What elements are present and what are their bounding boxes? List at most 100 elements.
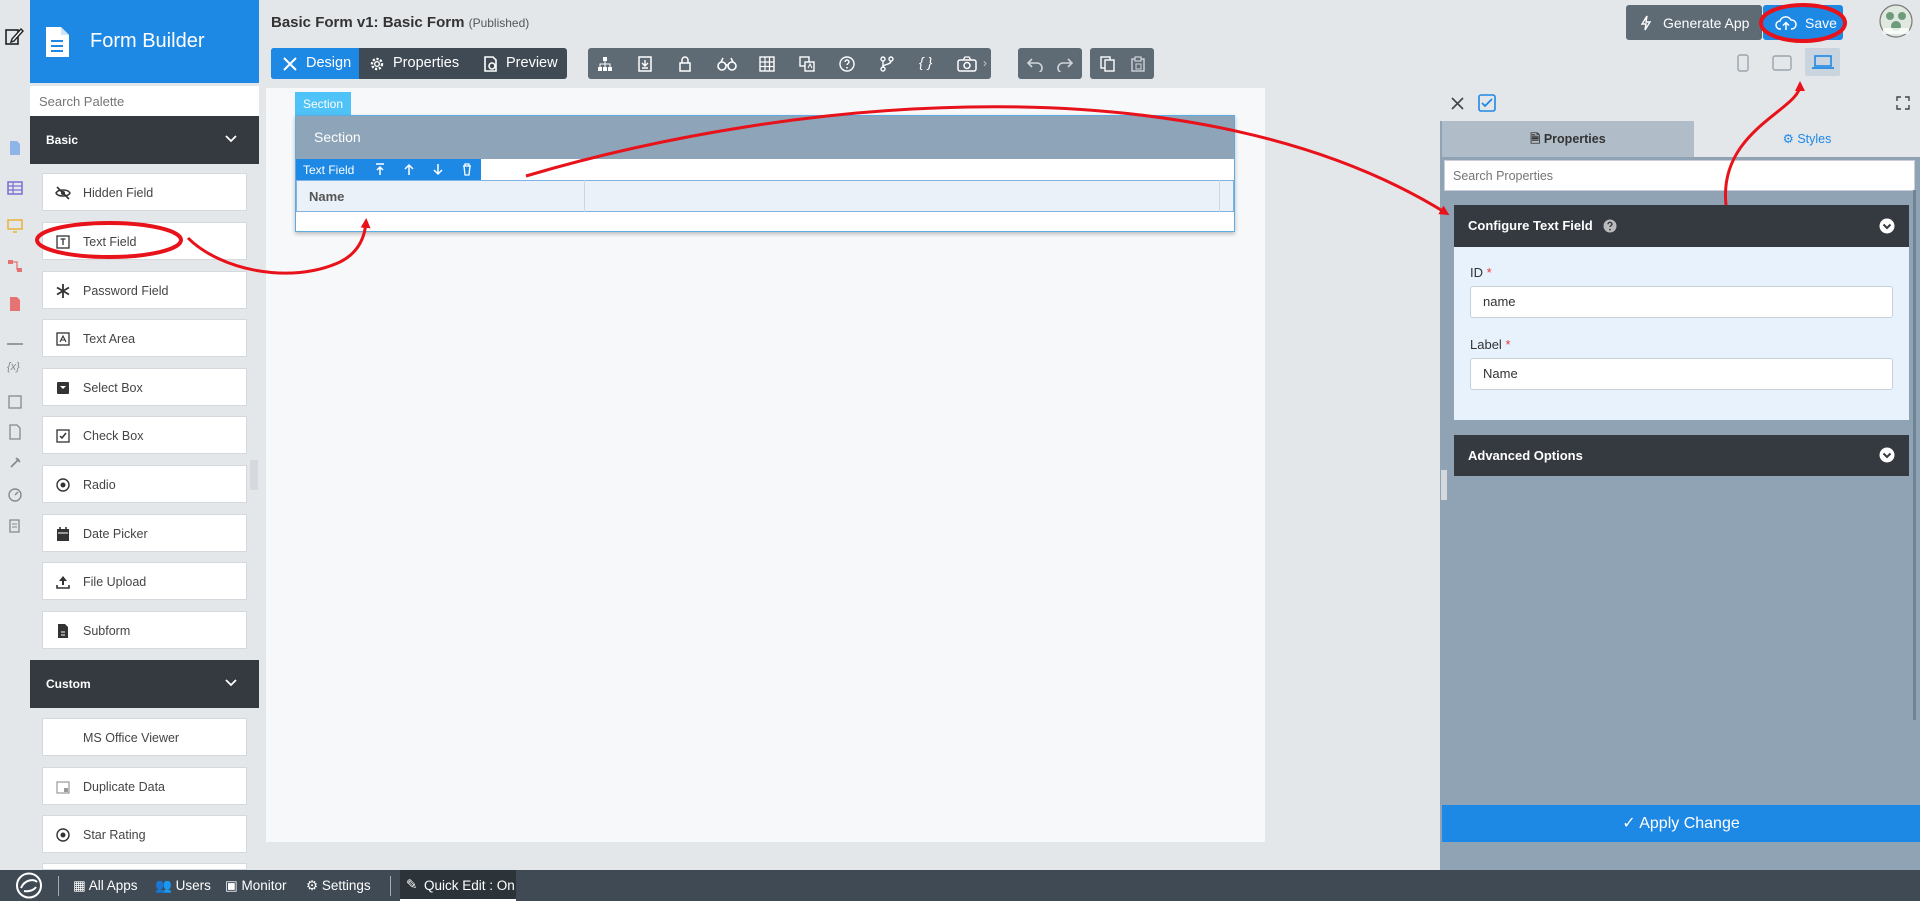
palette-group-basic[interactable]: Basic	[30, 116, 259, 164]
binoculars-icon[interactable]	[717, 56, 737, 72]
log-icon[interactable]	[7, 518, 23, 534]
sitemap-icon[interactable]	[597, 56, 613, 72]
help-icon[interactable]	[1603, 219, 1617, 233]
tab-label: Properties	[393, 55, 460, 71]
palette-item-subform[interactable]: Subform	[42, 611, 247, 649]
users-link[interactable]: 👥 Users	[155, 878, 211, 894]
tab-label: Properties	[1543, 132, 1606, 146]
tablet-icon[interactable]	[1772, 55, 1792, 71]
advanced-options-header[interactable]: Advanced Options	[1454, 435, 1909, 476]
field-input-preview[interactable]	[584, 180, 1220, 212]
document-icon	[46, 27, 69, 57]
palette-search-input[interactable]	[30, 86, 259, 116]
move-up-icon[interactable]	[403, 163, 415, 176]
expand-icon[interactable]	[1896, 96, 1910, 110]
paste-icon[interactable]	[1130, 56, 1146, 72]
phone-icon[interactable]	[1737, 54, 1749, 72]
grid-icon: ▦	[73, 878, 86, 893]
palette-item-hidden-field[interactable]: Hidden Field	[42, 173, 247, 211]
configure-text-field-body	[1454, 247, 1909, 420]
required-mark: *	[1505, 337, 1511, 352]
variable-icon[interactable]: {x}	[7, 361, 20, 373]
id-input[interactable]: name	[1470, 286, 1893, 318]
laptop-toggle[interactable]	[1805, 48, 1840, 76]
pdf-icon[interactable]	[7, 296, 23, 312]
text-area-icon	[56, 332, 70, 346]
all-apps-link[interactable]: ▦ All Apps	[73, 878, 138, 894]
quick-edit-toggle[interactable]: ✎ Quick Edit : On	[400, 870, 516, 901]
design-icon	[283, 57, 297, 71]
translate-rail-icon[interactable]	[7, 394, 23, 410]
section-header[interactable]: Section	[296, 116, 1234, 159]
undo-icon[interactable]	[1026, 56, 1044, 72]
palette-item-star-rating[interactable]: Star Rating	[42, 815, 247, 853]
label-input[interactable]: Name	[1470, 358, 1893, 390]
tab-styles[interactable]: ⚙ Styles	[1694, 121, 1920, 157]
apply-change-button[interactable]: ✓ Apply Change	[1442, 805, 1920, 842]
tab-properties[interactable]: Properties	[359, 48, 471, 79]
redo-icon[interactable]	[1056, 56, 1074, 72]
text-field-icon	[56, 235, 70, 249]
move-down-icon[interactable]	[432, 163, 444, 176]
move-top-icon[interactable]	[374, 163, 386, 176]
palette-item-duplicate-data[interactable]: Duplicate Data	[42, 767, 247, 805]
lock-icon[interactable]	[677, 56, 693, 72]
settings-link[interactable]: ⚙ Settings	[306, 878, 371, 894]
palette-collapse-handle[interactable]	[250, 460, 258, 490]
generate-app-button[interactable]: Generate App	[1626, 5, 1762, 40]
palette-item-date-picker[interactable]: Date Picker	[42, 514, 247, 552]
preview-icon	[484, 56, 497, 72]
panel-resize-handle[interactable]	[1441, 470, 1447, 500]
palette-item-check-box[interactable]: Check Box	[42, 416, 247, 454]
palette-item-select-box[interactable]: Select Box	[42, 368, 247, 406]
gear-icon: ⚙	[1782, 132, 1794, 146]
braces-icon[interactable]: { }	[919, 54, 932, 70]
gear-icon	[370, 57, 384, 71]
table-icon[interactable]	[759, 56, 775, 72]
edit-icon[interactable]	[4, 26, 24, 46]
avatar[interactable]	[1879, 4, 1913, 38]
performance-icon[interactable]	[7, 486, 23, 502]
palette-item-label: Subform	[83, 624, 131, 638]
toolbar-scroll-right[interactable]: ›	[983, 48, 991, 79]
section-tag[interactable]: Section	[295, 92, 351, 116]
radio-icon	[56, 828, 70, 842]
configure-text-field-header[interactable]: Configure Text Field	[1454, 205, 1909, 247]
copy-icon[interactable]	[1100, 56, 1116, 72]
tool-icons-group: { } ›	[588, 48, 991, 79]
palette-item-text-area[interactable]: Text Area	[42, 319, 247, 357]
tab-properties-panel[interactable]: 🗎 Properties	[1442, 121, 1694, 157]
divider	[390, 876, 391, 896]
palette-item-text-field[interactable]: Text Field	[42, 222, 247, 260]
search-properties-input[interactable]	[1444, 160, 1915, 191]
resource-icon[interactable]	[7, 424, 23, 440]
joget-logo-icon[interactable]	[10, 872, 48, 899]
close-icon[interactable]	[1451, 97, 1464, 110]
panel-scrollbar[interactable]	[1913, 190, 1916, 720]
check-square-icon[interactable]	[1478, 94, 1496, 112]
palette-item-file-upload[interactable]: File Upload	[42, 562, 247, 600]
process-icon[interactable]	[7, 258, 23, 274]
palette-group-custom[interactable]: Custom	[30, 660, 259, 708]
trash-icon[interactable]	[461, 163, 473, 176]
userview-icon[interactable]	[7, 218, 23, 234]
datalist-icon[interactable]	[7, 180, 23, 196]
translate-icon[interactable]	[799, 56, 815, 72]
palette-item-label: Date Picker	[83, 527, 148, 541]
tab-preview[interactable]: Preview	[471, 48, 567, 79]
save-button[interactable]: Save	[1763, 5, 1843, 40]
palette-item-password-field[interactable]: Password Field	[42, 271, 247, 309]
palette-item-ms-office-viewer[interactable]: MS Office Viewer	[42, 718, 247, 756]
camera-icon[interactable]	[957, 56, 977, 72]
tab-design[interactable]: Design	[271, 48, 359, 79]
branch-icon[interactable]	[879, 56, 895, 72]
import-icon[interactable]	[637, 56, 653, 72]
help-icon[interactable]	[839, 56, 855, 72]
palette-item-label: File Upload	[83, 575, 147, 589]
form-icon[interactable]	[7, 140, 23, 156]
palette-item-radio[interactable]: Radio	[42, 465, 247, 503]
id-label-text: ID	[1470, 265, 1483, 280]
pencil-icon: ✎	[406, 877, 418, 892]
plugin-icon[interactable]	[7, 455, 23, 471]
monitor-link[interactable]: ▣ Monitor	[225, 878, 287, 894]
